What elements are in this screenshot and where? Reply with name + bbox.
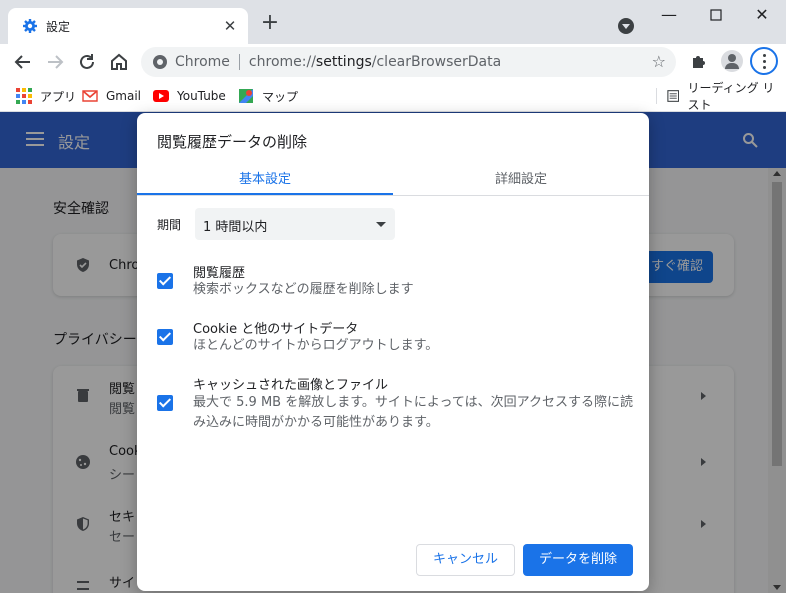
tab-basic[interactable]: 基本設定: [137, 168, 393, 187]
tab-search-button[interactable]: [618, 18, 634, 34]
toolbar: Chrome chrome://settings/clearBrowserDat…: [0, 44, 786, 80]
bookmark-star-icon[interactable]: ☆: [652, 54, 666, 70]
browser-tab-settings[interactable]: 設定 ✕: [8, 8, 248, 44]
menu-dot: [763, 54, 766, 57]
apps-grid-icon: [16, 88, 32, 104]
new-tab-button[interactable]: +: [259, 12, 281, 34]
checkbox-cookies[interactable]: [157, 329, 173, 345]
close-tab-icon[interactable]: ✕: [222, 18, 238, 34]
dialog-title: 閲覧履歴データの削除: [157, 133, 308, 151]
tab-divider: [137, 195, 649, 196]
maps-icon: [239, 89, 253, 103]
chrome-menu-button[interactable]: [750, 47, 778, 75]
address-bar[interactable]: Chrome chrome://settings/clearBrowserDat…: [141, 47, 676, 77]
time-range-label: 期間: [157, 218, 182, 232]
menu-dot: [763, 60, 766, 63]
bookmark-youtube[interactable]: YouTube: [153, 86, 226, 106]
option-desc-cache: 最大で 5.9 MB を解放します。サイトによっては、次回アクセスする際に読み込…: [193, 395, 633, 430]
bookmarks-divider: [656, 88, 657, 104]
close-window-button[interactable]: ✕: [752, 5, 772, 25]
tab-advanced[interactable]: 詳細設定: [393, 168, 649, 187]
youtube-icon: [153, 90, 169, 102]
option-title-cookies: Cookie と他のサイトデータ: [193, 322, 359, 337]
chrome-icon: [153, 55, 167, 69]
menu-dot: [763, 66, 766, 69]
time-range-value: 1 時間以内: [203, 220, 268, 235]
bookmark-gmail[interactable]: Gmail: [82, 86, 141, 106]
time-range-select[interactable]: 1 時間以内: [195, 208, 395, 240]
home-icon[interactable]: [107, 50, 131, 74]
address-url: chrome://settings/clearBrowserData: [248, 54, 502, 70]
clear-data-button[interactable]: データを削除: [523, 544, 633, 576]
reading-list-icon: [667, 90, 680, 102]
title-bar: 設定 ✕ + — ✕: [0, 0, 786, 44]
profile-avatar[interactable]: [721, 50, 743, 72]
reading-list-button[interactable]: リーディング リスト: [667, 81, 786, 112]
option-desc-history: 検索ボックスなどの履歴を削除します: [193, 282, 414, 297]
dropdown-arrow-icon: [376, 222, 386, 227]
option-title-cache: キャッシュされた画像とファイル: [193, 378, 389, 393]
minimize-button[interactable]: —: [659, 5, 679, 25]
back-arrow-icon[interactable]: [11, 50, 35, 74]
checkbox-cache[interactable]: [157, 395, 173, 411]
cancel-button[interactable]: キャンセル: [416, 544, 515, 576]
gmail-icon: [82, 90, 98, 102]
tab-title: 設定: [46, 19, 71, 34]
bookmark-maps[interactable]: マップ: [238, 86, 298, 106]
address-separator: [238, 54, 240, 70]
checkbox-browsing-history[interactable]: [157, 273, 173, 289]
reload-icon[interactable]: [75, 50, 99, 74]
extensions-puzzle-icon[interactable]: [690, 52, 708, 70]
forward-arrow-icon[interactable]: [43, 50, 67, 74]
address-scheme: Chrome: [175, 54, 230, 70]
maximize-icon: [710, 9, 722, 21]
option-title-history: 閲覧履歴: [193, 266, 246, 281]
maximize-button[interactable]: [706, 5, 726, 25]
gear-icon: [23, 19, 37, 33]
bookmark-apps[interactable]: アプリ: [16, 86, 76, 106]
clear-browsing-data-dialog: 閲覧履歴データの削除 基本設定 詳細設定 期間 1 時間以内 閲覧履歴 検索ボッ…: [137, 113, 649, 591]
bookmarks-bar: アプリ Gmail YouTube マップ リーディング リスト: [0, 80, 786, 112]
option-desc-cookies: ほとんどのサイトからログアウトします。: [193, 338, 439, 353]
